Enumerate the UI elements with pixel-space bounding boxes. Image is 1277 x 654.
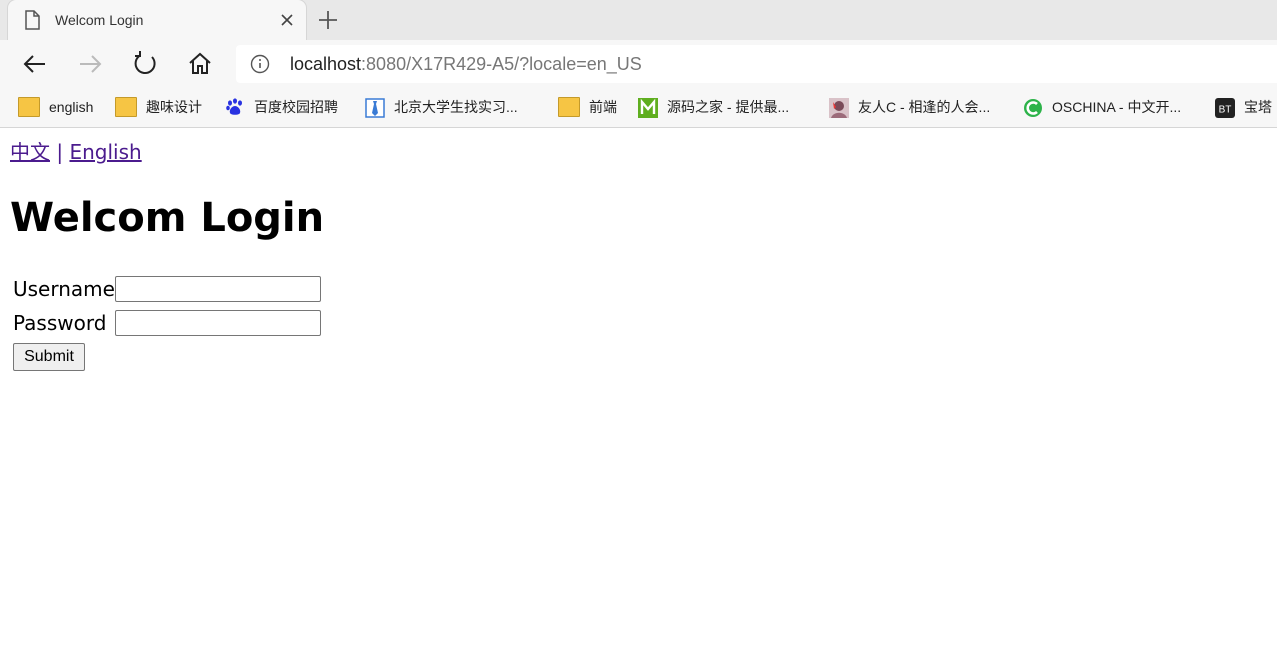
bookmark-english[interactable]: english	[18, 96, 93, 118]
url-path: :8080/X17R429-A5/?locale=en_US	[361, 54, 642, 74]
username-input[interactable]	[115, 276, 321, 302]
bookmark-label: 友人C - 相逢的人会...	[858, 99, 991, 115]
bookmark-frontend[interactable]: 前端	[558, 96, 617, 118]
bookmark-label: 趣味设计	[146, 99, 202, 115]
bookmark-baidu-campus[interactable]: 百度校园招聘	[225, 96, 338, 118]
browser-chrome: Welcom Login localhost:8080/X17R429-A5/?…	[0, 0, 1277, 128]
m-logo-icon	[638, 98, 658, 119]
bookmark-label: 北京大学生找实习...	[394, 99, 518, 115]
browser-tab[interactable]: Welcom Login	[8, 0, 306, 40]
lang-separator: |	[56, 140, 64, 164]
page-content: 中文 | English Welcom Login Username Passw…	[0, 129, 1277, 654]
bookmark-source-home[interactable]: 源码之家 - 提供最...	[638, 96, 790, 119]
url-text[interactable]: localhost:8080/X17R429-A5/?locale=en_US	[290, 53, 642, 75]
bookmark-label: OSCHINA - 中文开...	[1052, 99, 1182, 115]
svg-text:BT: BT	[1219, 105, 1232, 116]
lang-zh-link[interactable]: 中文	[10, 140, 50, 164]
tie-icon	[365, 98, 385, 119]
bookmark-fun-design[interactable]: 趣味设计	[115, 96, 202, 118]
bookmark-oschina[interactable]: OSCHINA - 中文开...	[1023, 96, 1181, 118]
folder-icon	[18, 97, 40, 118]
home-icon[interactable]	[186, 50, 214, 78]
close-tab-icon[interactable]	[278, 11, 296, 29]
bookmark-label: 源码之家 - 提供最...	[667, 99, 790, 115]
tab-strip: Welcom Login	[0, 0, 1277, 40]
address-bar[interactable]: localhost:8080/X17R429-A5/?locale=en_US	[236, 45, 1277, 83]
username-label: Username	[13, 277, 115, 301]
password-label: Password	[13, 311, 107, 335]
avatar-icon	[829, 98, 849, 119]
baidu-paw-icon	[225, 98, 245, 116]
reload-icon[interactable]	[131, 50, 159, 78]
folder-icon	[115, 97, 137, 118]
url-host: localhost	[290, 54, 362, 74]
back-arrow-icon[interactable]	[21, 50, 49, 78]
lang-en-link[interactable]: English	[69, 140, 141, 164]
tab-title: Welcom Login	[55, 12, 144, 28]
page-icon	[23, 10, 41, 30]
bookmark-baota[interactable]: BT 宝塔	[1215, 96, 1272, 119]
submit-button[interactable]: Submit	[13, 343, 85, 371]
bookmark-beijing-intern[interactable]: 北京大学生找实习...	[365, 96, 518, 119]
page-title: Welcom Login	[10, 195, 325, 241]
password-input[interactable]	[115, 310, 321, 336]
bookmark-label: 百度校园招聘	[254, 99, 338, 115]
browser-toolbar: localhost:8080/X17R429-A5/?locale=en_US	[0, 40, 1277, 88]
bookmarks-bar: english 趣味设计 百度校园招聘 北京大学生找实习... 前端 源码之家 …	[0, 88, 1277, 128]
forward-arrow-icon[interactable]	[76, 50, 104, 78]
folder-icon	[558, 97, 580, 118]
info-icon[interactable]	[250, 54, 270, 74]
new-tab-icon[interactable]	[316, 8, 340, 32]
oschina-logo-icon	[1023, 98, 1043, 118]
bookmark-youren-c[interactable]: 友人C - 相逢的人会...	[829, 96, 991, 119]
language-switcher: 中文 | English	[10, 140, 142, 164]
bookmark-label: 宝塔	[1244, 99, 1272, 115]
bt-logo-icon: BT	[1215, 98, 1235, 119]
bookmark-label: 前端	[589, 99, 617, 115]
bookmark-label: english	[49, 99, 94, 115]
